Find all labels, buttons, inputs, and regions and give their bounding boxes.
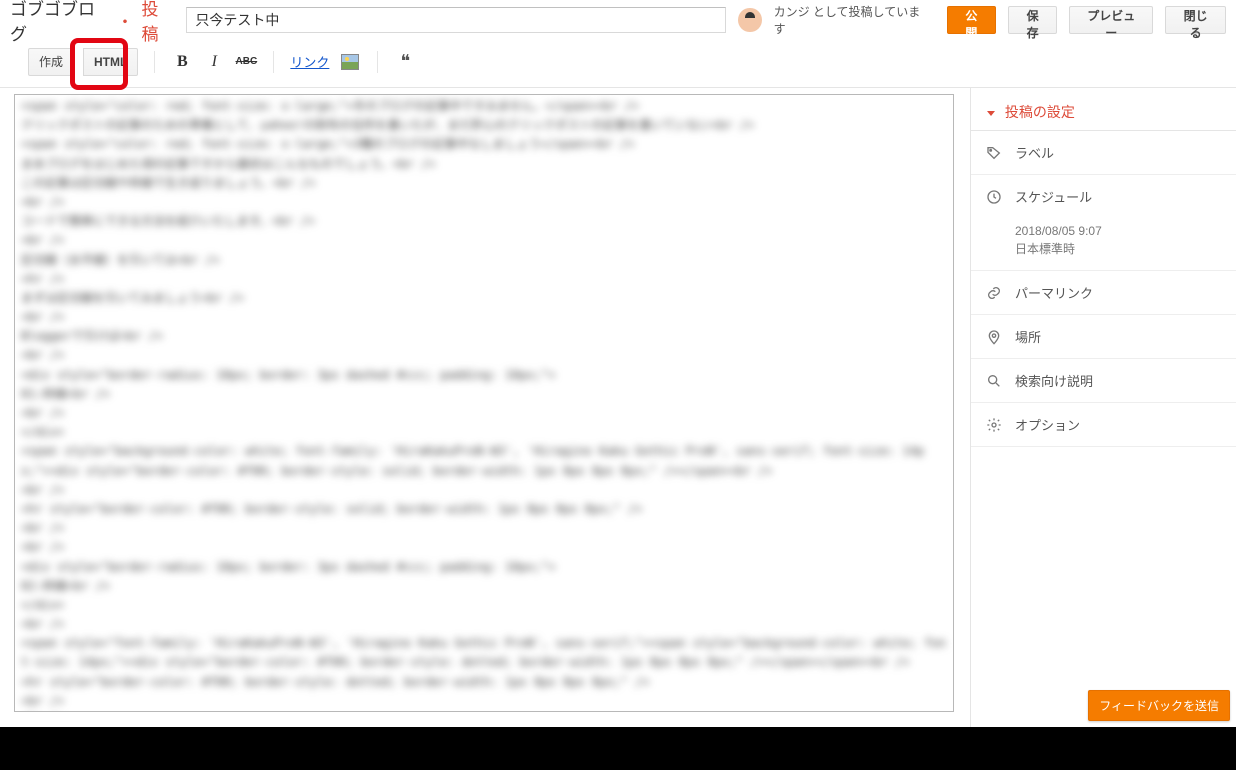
editor-toolbar: 作成 HTML B I ABC リンク ❝ — [0, 36, 1236, 88]
posting-as-label: カンジ として投稿しています — [774, 3, 927, 37]
schedule-datetime: 2018/08/05 9:07 — [1015, 222, 1222, 240]
header-bar: ゴブゴブログ ・ 投稿 カンジ として投稿しています 公開 保存 プレビュー 閉… — [0, 0, 1236, 36]
sidebar-item-labels[interactable]: ラベル — [971, 131, 1236, 175]
sidebar-item-schedule[interactable]: スケジュール — [971, 175, 1236, 218]
location-icon — [985, 328, 1003, 346]
editor-content[interactable]: <span style="color: red; font-size: x-la… — [15, 95, 953, 712]
sidebar-item-label: 検索向け説明 — [1015, 371, 1093, 390]
feedback-button[interactable]: フィードバックを送信 — [1088, 690, 1230, 721]
sidebar-item-permalink[interactable]: パーマリンク — [971, 271, 1236, 315]
image-icon — [341, 54, 359, 70]
avatar[interactable] — [738, 8, 761, 32]
toolbar-separator — [154, 51, 155, 73]
post-breadcrumb[interactable]: 投稿 — [142, 0, 175, 45]
schedule-value: 2018/08/05 9:07 日本標準時 — [971, 218, 1236, 271]
separator-dot: ・ — [117, 8, 134, 33]
link-icon — [985, 284, 1003, 302]
gear-icon — [985, 416, 1003, 434]
sidebar-item-label: パーマリンク — [1015, 283, 1093, 302]
image-button[interactable] — [339, 51, 361, 73]
sidebar-item-label: オプション — [1015, 415, 1080, 434]
sidebar-item-label: ラベル — [1015, 143, 1054, 162]
toolbar-separator — [273, 51, 274, 73]
sidebar-item-options[interactable]: オプション — [971, 403, 1236, 447]
compose-mode-button[interactable]: 作成 — [28, 48, 73, 76]
publish-button[interactable]: 公開 — [947, 6, 996, 34]
schedule-timezone: 日本標準時 — [1015, 240, 1222, 258]
search-icon — [985, 372, 1003, 390]
clock-icon — [985, 188, 1003, 206]
strikethrough-button[interactable]: ABC — [235, 51, 257, 73]
post-settings-header[interactable]: 投稿の設定 — [971, 88, 1236, 131]
post-title-input[interactable] — [186, 7, 726, 33]
save-button[interactable]: 保存 — [1008, 6, 1057, 34]
post-settings-sidebar: 投稿の設定 ラベル スケジュール 2018/08/05 9:07 日本標準時 — [970, 88, 1236, 727]
html-mode-button[interactable]: HTML — [83, 48, 138, 76]
sidebar-item-location[interactable]: 場所 — [971, 315, 1236, 359]
toolbar-separator — [377, 51, 378, 73]
collapse-triangle-icon — [987, 111, 995, 116]
link-button[interactable]: リンク — [290, 52, 329, 71]
post-settings-title: 投稿の設定 — [1005, 104, 1075, 120]
bold-button[interactable]: B — [171, 51, 193, 73]
html-editor[interactable]: <span style="color: red; font-size: x-la… — [14, 94, 954, 712]
quote-button[interactable]: ❝ — [394, 51, 416, 73]
sidebar-item-label: 場所 — [1015, 327, 1041, 346]
italic-button[interactable]: I — [203, 51, 225, 73]
sidebar-item-label: スケジュール — [1015, 187, 1092, 206]
close-button[interactable]: 閉じる — [1165, 6, 1226, 34]
sidebar-item-search-description[interactable]: 検索向け説明 — [971, 359, 1236, 403]
blog-name: ゴブゴブログ — [10, 0, 109, 45]
tag-icon — [985, 144, 1003, 162]
preview-button[interactable]: プレビュー — [1069, 6, 1153, 34]
